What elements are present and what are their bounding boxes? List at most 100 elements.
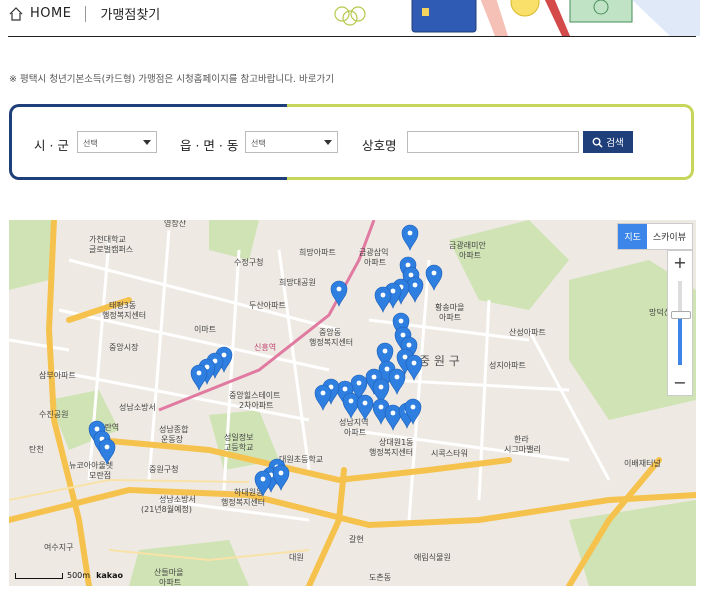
scale-bar	[15, 572, 63, 579]
map-scale: 500m kakao	[15, 571, 123, 580]
store-marker-dot	[356, 380, 362, 386]
svg-text:금광삼익: 금광삼익	[359, 247, 388, 257]
svg-text:희망아파트: 희망아파트	[299, 247, 336, 257]
store-marker-dot	[398, 318, 404, 324]
breadcrumb-home[interactable]: HOME	[30, 6, 71, 21]
svg-text:두산아파트: 두산아파트	[249, 300, 286, 310]
svg-text:수진공원: 수진공원	[39, 409, 68, 419]
city-select[interactable]: 선택	[77, 131, 157, 153]
store-marker-dot	[382, 348, 388, 354]
svg-text:도촌동: 도촌동	[369, 573, 391, 582]
store-marker-dot	[400, 332, 406, 338]
search-button[interactable]: 검색	[583, 131, 633, 153]
map-canvas[interactable]: 중 원 구 영장산 가천대학교글로벌캠퍼스 수정구청 희망아파트 금광삼익아파트…	[9, 220, 696, 586]
store-marker-dot	[336, 286, 342, 292]
svg-text:산들마을: 산들마을	[154, 567, 183, 577]
svg-text:가천대학교: 가천대학교	[89, 234, 126, 244]
store-marker-dot	[390, 410, 396, 416]
store-marker-dot	[402, 354, 408, 360]
city-select-value: 선택	[83, 139, 98, 148]
map-type-skyview[interactable]: 스카이뷰	[647, 224, 692, 249]
dong-label: 읍 · 면 · 동	[180, 138, 239, 153]
svg-text:행정복지센터: 행정복지센터	[309, 337, 353, 347]
svg-text:이배재터널: 이배재터널	[624, 458, 661, 468]
svg-text:탄천: 탄천	[29, 444, 44, 454]
store-marker-dot	[380, 292, 386, 298]
header-bar: HOME 가맹점찾기	[0, 0, 720, 38]
svg-text:여수지구: 여수지구	[44, 542, 73, 552]
svg-text:태평3동: 태평3동	[109, 300, 136, 310]
svg-text:성일정보: 성일정보	[224, 432, 253, 442]
zoom-control: + −	[667, 250, 693, 396]
store-marker-dot	[371, 374, 377, 380]
store-marker-dot	[384, 366, 390, 372]
svg-text:아파트: 아파트	[344, 427, 366, 437]
store-marker-dot	[362, 400, 368, 406]
store-map[interactable]: 중 원 구 영장산 가천대학교 글로벌캠퍼스 수정구청 희망아파트 금광삼익 아파트…	[9, 220, 696, 586]
svg-text:성지아파트: 성지아파트	[489, 360, 526, 370]
svg-text:한라: 한라	[514, 435, 529, 444]
store-marker-dot	[221, 352, 227, 358]
svg-text:아파트: 아파트	[439, 312, 461, 322]
breadcrumb: HOME 가맹점찾기	[8, 4, 160, 23]
store-marker-dot	[390, 288, 396, 294]
store-marker-dot	[406, 342, 412, 348]
store-marker-dot	[104, 444, 110, 450]
store-marker-dot	[260, 476, 266, 482]
svg-text:(21년8월예정): (21년8월예정)	[141, 504, 192, 514]
store-marker-dot	[378, 384, 384, 390]
zoom-in-button[interactable]: +	[668, 251, 692, 275]
search-icon	[592, 137, 603, 148]
store-name-label: 상호명	[362, 138, 397, 153]
zoom-slider-handle[interactable]	[671, 311, 691, 319]
svg-text:성남종합: 성남종합	[159, 425, 189, 434]
scale-text: 500m	[67, 571, 91, 580]
svg-text:아파트: 아파트	[364, 257, 386, 267]
svg-text:고등학교: 고등학교	[224, 442, 253, 452]
zoom-track-fill	[678, 315, 682, 365]
svg-text:황송마을: 황송마을	[435, 302, 464, 312]
store-marker-dot	[278, 470, 284, 476]
store-marker-dot	[342, 386, 348, 392]
svg-text:갈현: 갈현	[349, 535, 364, 544]
svg-text:중앙시장: 중앙시장	[109, 342, 139, 352]
map-label-district: 중 원 구	[419, 354, 460, 368]
map-type-roadmap[interactable]: 지도	[618, 224, 647, 249]
notice-text[interactable]: ※ 평택시 청년기본소득(카드형) 가맹점은 시청홈페이지를 참고바랍니다. 바…	[9, 71, 334, 85]
breadcrumb-divider	[85, 5, 87, 22]
store-marker-dot	[412, 282, 418, 288]
svg-text:운동장: 운동장	[161, 434, 184, 444]
svg-text:신흥역: 신흥역	[254, 342, 276, 352]
svg-text:행정복지센터: 행정복지센터	[369, 447, 413, 457]
svg-text:희망대공원: 희망대공원	[279, 277, 316, 287]
store-marker-dot	[431, 270, 437, 276]
svg-text:2차아파트: 2차아파트	[239, 400, 274, 410]
city-label: 시 · 군	[34, 138, 69, 153]
svg-text:글로벌캠퍼스: 글로벌캠퍼스	[89, 244, 133, 254]
kakao-logo: kakao	[96, 571, 123, 580]
header-underline	[8, 36, 696, 37]
svg-text:모란점: 모란점	[89, 470, 111, 480]
svg-text:이마트: 이마트	[194, 324, 216, 334]
svg-text:성남지역: 성남지역	[339, 417, 368, 427]
store-marker-dot	[394, 374, 400, 380]
store-marker-dot	[405, 262, 411, 268]
svg-text:애림식물원: 애림식물원	[414, 552, 451, 562]
svg-text:금광래미안: 금광래미안	[449, 240, 486, 250]
dong-select-value: 선택	[251, 139, 266, 148]
store-marker-dot	[411, 360, 417, 366]
store-marker-dot	[410, 404, 416, 410]
svg-text:수정구청: 수정구청	[234, 257, 263, 267]
zoom-out-button[interactable]: −	[668, 371, 692, 395]
store-marker-dot	[407, 230, 413, 236]
header-illustration	[334, 0, 700, 36]
svg-text:시그마밸리: 시그마밸리	[504, 444, 541, 454]
home-icon[interactable]	[8, 6, 24, 22]
svg-text:산성아파트: 산성아파트	[509, 327, 546, 337]
dong-select[interactable]: 선택	[245, 131, 338, 153]
store-marker-dot	[408, 272, 414, 278]
chevron-down-icon	[324, 140, 332, 145]
store-name-input[interactable]	[407, 131, 579, 153]
store-marker-dot	[348, 398, 354, 404]
chevron-down-icon	[143, 140, 151, 145]
